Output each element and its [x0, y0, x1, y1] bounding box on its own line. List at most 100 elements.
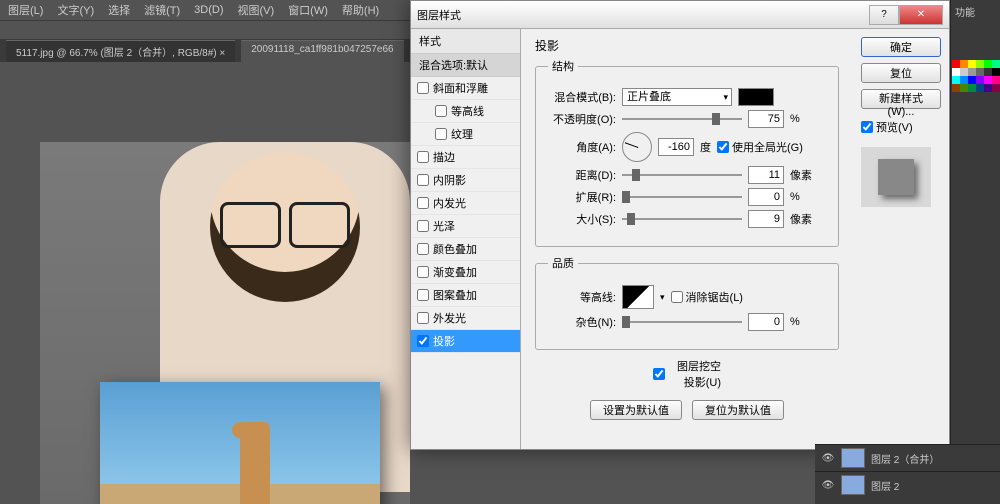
layer-name[interactable]: 图层 2 [871, 478, 899, 493]
color-swatch[interactable] [960, 60, 968, 68]
style-effect-checkbox[interactable] [417, 174, 429, 186]
menu-item[interactable]: 帮助(H) [342, 2, 379, 18]
style-effect-item[interactable]: 图案叠加 [411, 284, 520, 307]
color-swatch[interactable] [960, 76, 968, 84]
style-effect-checkbox[interactable] [435, 105, 447, 117]
document-tab[interactable]: 5117.jpg @ 66.7% (图层 2（合并）, RGB/8#) × [6, 40, 235, 62]
cancel-button[interactable]: 复位 [861, 63, 941, 83]
color-swatch[interactable] [968, 84, 976, 92]
blend-mode-select[interactable]: 正片叠底 [622, 88, 732, 106]
menu-item[interactable]: 图层(L) [8, 2, 43, 18]
angle-dial[interactable] [622, 132, 652, 162]
menu-item[interactable]: 选择 [108, 2, 130, 18]
style-effect-checkbox[interactable] [417, 197, 429, 209]
color-swatch[interactable] [960, 84, 968, 92]
color-swatch[interactable] [976, 60, 984, 68]
size-input[interactable]: 9 [748, 210, 784, 228]
noise-input[interactable]: 0 [748, 313, 784, 331]
menu-item[interactable]: 文字(Y) [57, 2, 94, 18]
color-swatch[interactable] [984, 84, 992, 92]
style-effect-item[interactable]: 等高线 [411, 100, 520, 123]
ok-button[interactable]: 确定 [861, 37, 941, 57]
antialias-checkbox[interactable]: 消除锯齿(L) [671, 289, 743, 305]
blending-options[interactable]: 混合选项:默认 [411, 54, 520, 77]
styles-header[interactable]: 样式 [411, 29, 520, 54]
style-effect-checkbox[interactable] [417, 151, 429, 163]
color-swatch[interactable] [968, 76, 976, 84]
style-effect-checkbox[interactable] [417, 289, 429, 301]
panel-tab[interactable]: 功能 [951, 0, 1000, 23]
spread-slider[interactable] [622, 190, 742, 204]
style-effect-item[interactable]: 纹理 [411, 123, 520, 146]
distance-input[interactable]: 11 [748, 166, 784, 184]
opacity-input[interactable]: 75 [748, 110, 784, 128]
held-photo [100, 382, 380, 504]
style-effect-item[interactable]: 投影 [411, 330, 520, 353]
spread-input[interactable]: 0 [748, 188, 784, 206]
color-swatch[interactable] [976, 76, 984, 84]
style-effect-item[interactable]: 内发光 [411, 192, 520, 215]
color-swatch[interactable] [976, 84, 984, 92]
menu-item[interactable]: 滤镜(T) [144, 2, 180, 18]
make-default-button[interactable]: 设置为默认值 [590, 400, 682, 420]
preview-checkbox[interactable]: 预览(V) [861, 119, 941, 135]
style-effect-item[interactable]: 描边 [411, 146, 520, 169]
layer-thumbnail[interactable] [841, 448, 865, 468]
layer-row[interactable]: 👁 图层 2 [815, 471, 1000, 498]
color-swatch[interactable] [976, 68, 984, 76]
color-swatch[interactable] [968, 68, 976, 76]
style-effect-item[interactable]: 斜面和浮雕 [411, 77, 520, 100]
help-button[interactable]: ? [869, 5, 899, 25]
noise-slider[interactable] [622, 315, 742, 329]
color-swatch[interactable] [992, 76, 1000, 84]
color-swatch[interactable] [992, 84, 1000, 92]
global-light-checkbox[interactable]: 使用全局光(G) [717, 139, 803, 155]
angle-input[interactable]: -160 [658, 138, 694, 156]
style-effect-checkbox[interactable] [417, 312, 429, 324]
color-swatch[interactable] [992, 60, 1000, 68]
style-effect-checkbox[interactable] [417, 243, 429, 255]
color-swatch[interactable] [952, 60, 960, 68]
style-effect-item[interactable]: 颜色叠加 [411, 238, 520, 261]
swatches-panel[interactable] [952, 60, 1000, 92]
color-swatch[interactable] [992, 68, 1000, 76]
style-effect-checkbox[interactable] [417, 335, 429, 347]
angle-label: 角度(A): [548, 139, 616, 155]
menu-item[interactable]: 视图(V) [238, 2, 275, 18]
color-swatch[interactable] [952, 84, 960, 92]
menu-item[interactable]: 3D(D) [194, 4, 223, 16]
opacity-slider[interactable] [622, 112, 742, 126]
knockout-checkbox[interactable]: 图层挖空投影(U) [653, 358, 721, 390]
color-swatch[interactable] [984, 68, 992, 76]
color-swatch[interactable] [960, 68, 968, 76]
document-canvas[interactable] [0, 62, 410, 504]
color-swatch[interactable] [952, 68, 960, 76]
style-effect-item[interactable]: 外发光 [411, 307, 520, 330]
document-tab[interactable]: 20091118_ca1ff981b047257e66 [241, 40, 403, 62]
reset-default-button[interactable]: 复位为默认值 [692, 400, 784, 420]
style-effect-item[interactable]: 内阴影 [411, 169, 520, 192]
close-button[interactable]: ✕ [899, 5, 943, 25]
size-slider[interactable] [622, 212, 742, 226]
new-style-button[interactable]: 新建样式(W)... [861, 89, 941, 109]
menu-item[interactable]: 窗口(W) [288, 2, 328, 18]
style-effect-checkbox[interactable] [417, 266, 429, 278]
dialog-titlebar[interactable]: 图层样式 ? ✕ [411, 1, 949, 29]
style-effect-checkbox[interactable] [417, 82, 429, 94]
style-effect-checkbox[interactable] [417, 220, 429, 232]
contour-picker[interactable] [622, 285, 654, 309]
shadow-color-swatch[interactable] [738, 88, 774, 106]
visibility-toggle-icon[interactable]: 👁 [821, 478, 835, 492]
layer-row[interactable]: 👁 图层 2（合并） [815, 444, 1000, 471]
style-effect-item[interactable]: 光泽 [411, 215, 520, 238]
layer-name[interactable]: 图层 2（合并） [871, 451, 939, 466]
visibility-toggle-icon[interactable]: 👁 [821, 451, 835, 465]
color-swatch[interactable] [984, 60, 992, 68]
style-effect-item[interactable]: 渐变叠加 [411, 261, 520, 284]
color-swatch[interactable] [984, 76, 992, 84]
color-swatch[interactable] [952, 76, 960, 84]
layer-thumbnail[interactable] [841, 475, 865, 495]
color-swatch[interactable] [968, 60, 976, 68]
distance-slider[interactable] [622, 168, 742, 182]
style-effect-checkbox[interactable] [435, 128, 447, 140]
